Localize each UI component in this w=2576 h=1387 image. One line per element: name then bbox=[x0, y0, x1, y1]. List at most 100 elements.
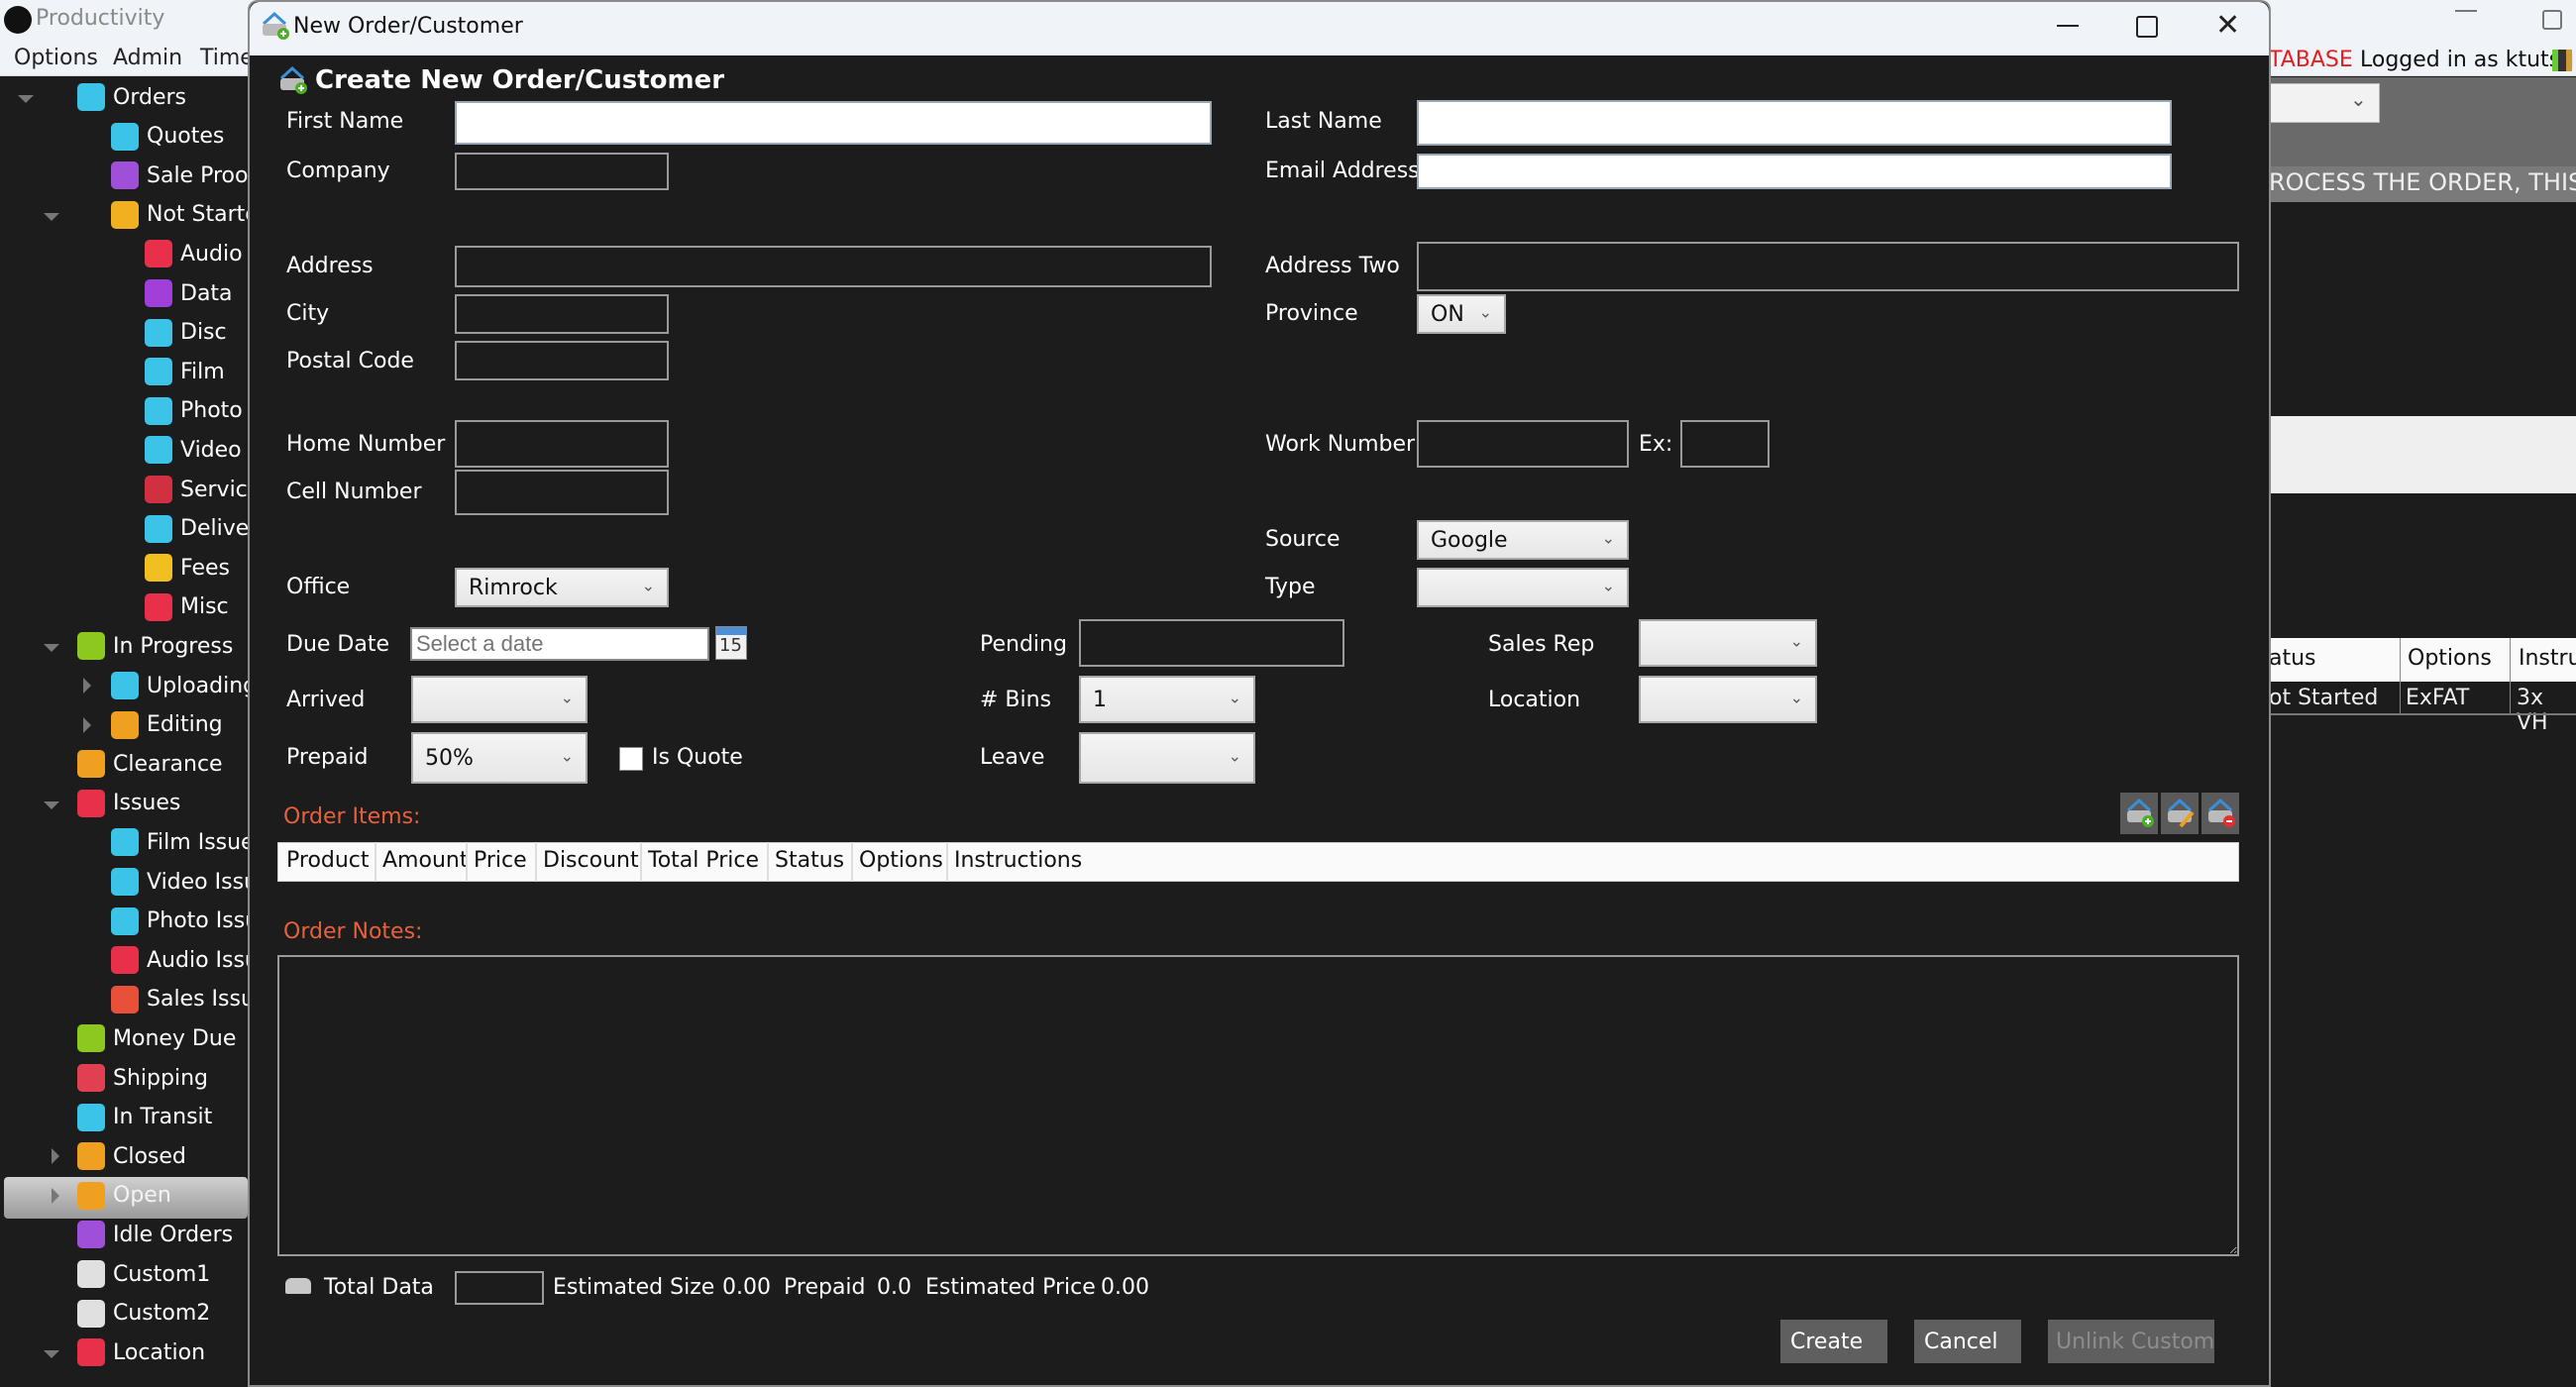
sidebar-item-editing[interactable]: Editing bbox=[111, 707, 223, 743]
column-divider[interactable] bbox=[851, 842, 853, 882]
is-quote-checkbox[interactable] bbox=[619, 747, 643, 771]
bins-select[interactable]: 1 ⌄ bbox=[1079, 676, 1255, 723]
remove-item-button[interactable] bbox=[2201, 793, 2239, 834]
first-name-input[interactable] bbox=[455, 101, 1212, 145]
column-divider[interactable] bbox=[640, 842, 642, 882]
sidebar-item-disc[interactable]: Disc bbox=[145, 315, 227, 351]
sidebar-item-issues[interactable]: Issues bbox=[77, 786, 180, 821]
home-number-input[interactable] bbox=[455, 420, 669, 468]
office-select[interactable]: Rimrock ⌄ bbox=[455, 568, 669, 607]
app-minimize-button[interactable] bbox=[2455, 10, 2477, 12]
expand-right-icon[interactable] bbox=[52, 1148, 59, 1165]
dialog-close-button[interactable]: ✕ bbox=[2215, 8, 2240, 43]
expand-down-icon[interactable] bbox=[44, 644, 59, 653]
column-options[interactable]: Options bbox=[859, 848, 943, 873]
column-total-price[interactable]: Total Price bbox=[648, 848, 759, 873]
menu-admin[interactable]: Admin bbox=[113, 46, 182, 70]
dialog-maximize-button[interactable] bbox=[2136, 16, 2158, 38]
sidebar-item-data[interactable]: Data bbox=[145, 275, 233, 311]
order-notes-textarea[interactable] bbox=[277, 955, 2239, 1256]
sidebar-item-money-due[interactable]: Money Due bbox=[77, 1020, 236, 1056]
sidebar-item-uploading[interactable]: Uploading bbox=[111, 668, 257, 703]
due-date-input[interactable] bbox=[410, 627, 709, 661]
city-input[interactable] bbox=[455, 294, 669, 334]
expand-down-icon[interactable] bbox=[44, 1350, 59, 1359]
company-input[interactable] bbox=[455, 153, 669, 190]
type-select[interactable]: ⌄ bbox=[1417, 568, 1629, 607]
pending-input[interactable] bbox=[1079, 619, 1344, 667]
last-name-input[interactable] bbox=[1417, 100, 2172, 146]
address-input[interactable] bbox=[455, 246, 1212, 287]
edit-item-button[interactable] bbox=[2161, 793, 2199, 834]
column-divider[interactable] bbox=[767, 842, 769, 882]
sidebar-item-photo[interactable]: Photo bbox=[145, 393, 243, 429]
extension-input[interactable] bbox=[1680, 420, 1770, 468]
dialog-minimize-button[interactable] bbox=[2057, 25, 2079, 27]
sidebar-item-custom2[interactable]: Custom2 bbox=[77, 1296, 210, 1332]
sidebar-item-shipping[interactable]: Shipping bbox=[77, 1060, 208, 1096]
bg-col-instructions[interactable]: Instru bbox=[2519, 646, 2576, 671]
sidebar-item-idle-orders[interactable]: Idle Orders bbox=[77, 1217, 233, 1252]
cancel-button[interactable]: Cancel bbox=[1914, 1320, 2021, 1363]
column-amount[interactable]: Amount bbox=[382, 848, 468, 873]
expand-right-icon[interactable] bbox=[52, 1187, 59, 1204]
bg-cell-options[interactable]: ExFAT bbox=[2406, 686, 2469, 710]
expand-right-icon[interactable] bbox=[83, 678, 91, 694]
column-status[interactable]: Status bbox=[775, 848, 844, 873]
cell-number-input[interactable] bbox=[455, 470, 669, 515]
arrived-select[interactable]: ⌄ bbox=[411, 676, 588, 723]
menu-options[interactable]: Options bbox=[14, 46, 98, 70]
menu-time[interactable]: Time bbox=[200, 46, 254, 70]
location-select[interactable]: ⌄ bbox=[1639, 676, 1817, 723]
sales-rep-select[interactable]: ⌄ bbox=[1639, 619, 1817, 667]
column-instructions[interactable]: Instructions bbox=[954, 848, 1082, 873]
column-discount[interactable]: Discount bbox=[543, 848, 639, 873]
bg-col-status[interactable]: atus bbox=[2269, 646, 2316, 671]
bg-col-options[interactable]: Options bbox=[2408, 646, 2492, 671]
sidebar-item-closed[interactable]: Closed bbox=[77, 1138, 186, 1174]
sidebar-item-clearance[interactable]: Clearance bbox=[77, 746, 223, 782]
app-restore-button[interactable] bbox=[2542, 10, 2562, 30]
column-divider[interactable] bbox=[946, 842, 948, 882]
sidebar-item-fees[interactable]: Fees bbox=[145, 550, 230, 586]
expand-right-icon[interactable] bbox=[83, 716, 91, 733]
email-input[interactable] bbox=[1417, 154, 2172, 189]
add-item-button[interactable] bbox=[2120, 793, 2158, 834]
sidebar-item-custom1[interactable]: Custom1 bbox=[77, 1256, 210, 1292]
column-divider[interactable] bbox=[375, 842, 376, 882]
logout-icon[interactable] bbox=[2552, 50, 2572, 71]
sidebar-item-service[interactable]: Service bbox=[145, 472, 261, 507]
calendar-icon[interactable]: 15 bbox=[715, 626, 747, 660]
column-product[interactable]: Product bbox=[286, 848, 370, 873]
address-two-input[interactable] bbox=[1417, 242, 2239, 291]
expand-down-icon[interactable] bbox=[18, 95, 34, 103]
unlink-customer-button[interactable]: Unlink Customer bbox=[2048, 1320, 2214, 1363]
sidebar-item-location[interactable]: Location bbox=[77, 1334, 205, 1370]
sidebar-item-orders[interactable]: Orders bbox=[77, 79, 186, 115]
sidebar-item-audio[interactable]: Audio bbox=[145, 236, 243, 271]
create-button[interactable]: Create bbox=[1780, 1320, 1887, 1363]
expand-down-icon[interactable] bbox=[44, 212, 59, 221]
column-price[interactable]: Price bbox=[474, 848, 527, 873]
sidebar-item-quotes[interactable]: Quotes bbox=[111, 119, 224, 155]
bg-cell-status[interactable]: ot Started bbox=[2269, 686, 2378, 710]
column-divider[interactable] bbox=[535, 842, 537, 882]
leave-select[interactable]: ⌄ bbox=[1079, 732, 1255, 784]
postal-code-input[interactable] bbox=[455, 341, 669, 380]
sidebar-item-in-transit[interactable]: In Transit bbox=[77, 1100, 212, 1135]
expand-down-icon[interactable] bbox=[44, 800, 59, 809]
province-select[interactable]: ON ⌄ bbox=[1417, 294, 1506, 334]
total-data-input[interactable] bbox=[455, 1271, 544, 1305]
bg-cell-instructions[interactable]: 3x VH bbox=[2517, 686, 2576, 735]
sidebar-item-film-issues[interactable]: Film Issues bbox=[111, 824, 266, 860]
source-select[interactable]: Google ⌄ bbox=[1417, 520, 1629, 560]
sidebar-item-in-progress[interactable]: In Progress bbox=[77, 628, 233, 664]
sidebar-item-open[interactable]: Open bbox=[77, 1178, 171, 1214]
prepaid-select[interactable]: 50% ⌄ bbox=[411, 732, 588, 784]
sidebar-item-video[interactable]: Video bbox=[145, 432, 242, 468]
work-number-input[interactable] bbox=[1417, 420, 1629, 468]
sidebar-item-misc[interactable]: Misc bbox=[145, 589, 229, 625]
sidebar-item-label: Editing bbox=[147, 712, 223, 738]
sidebar-item-film[interactable]: Film bbox=[145, 354, 225, 389]
column-divider[interactable] bbox=[466, 842, 468, 882]
